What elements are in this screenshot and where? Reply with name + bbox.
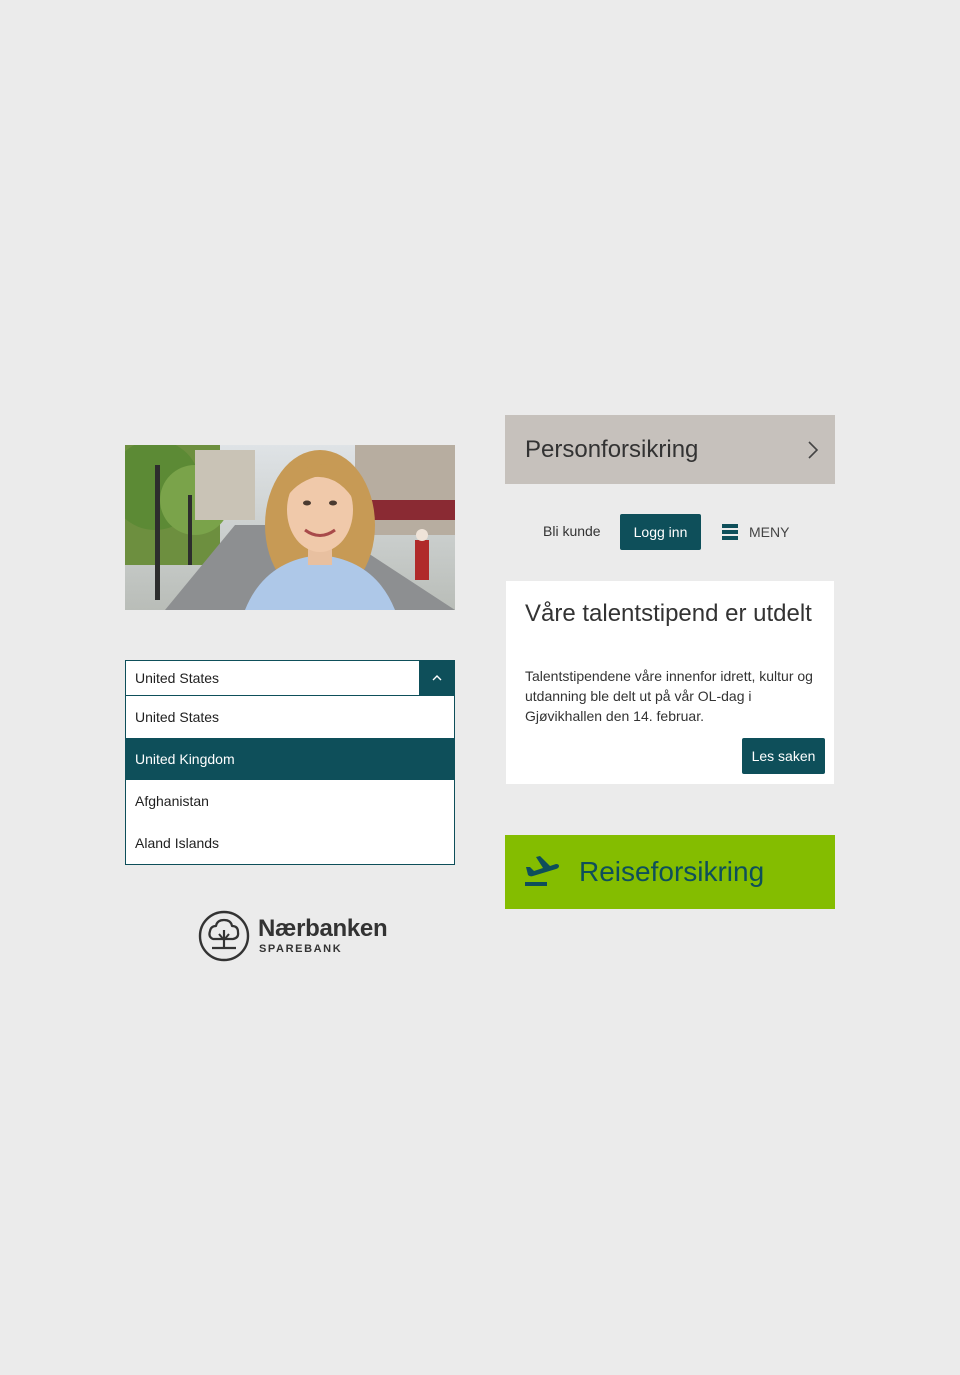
- airplane-departure-icon: [525, 856, 559, 886]
- tree-icon: [198, 910, 250, 962]
- logo-text: Nærbanken SPAREBANK: [258, 915, 388, 956]
- reiseforsikring-link[interactable]: Reiseforsikring: [505, 835, 835, 909]
- page: United States United States United Kingd…: [0, 0, 960, 1375]
- hamburger-icon: [722, 524, 738, 540]
- logg-inn-button[interactable]: Logg inn: [620, 514, 701, 550]
- personforsikring-link[interactable]: Personforsikring: [505, 415, 835, 484]
- country-option-afghanistan[interactable]: Afghanistan: [126, 780, 454, 822]
- logo-name: Nærbanken: [258, 915, 388, 942]
- country-options-list: United States United Kingdom Afghanistan…: [126, 696, 454, 864]
- country-select-toggle[interactable]: [419, 661, 454, 695]
- news-text: Talentstipendene våre innenfor idrett, k…: [525, 668, 813, 724]
- naerbanken-logo[interactable]: Nærbanken SPAREBANK: [198, 910, 388, 962]
- country-select[interactable]: United States United States United Kingd…: [125, 660, 455, 865]
- chevron-right-icon: [808, 441, 819, 459]
- chevron-up-icon: [432, 675, 441, 681]
- les-saken-button[interactable]: Les saken: [742, 738, 825, 774]
- country-option-united-states[interactable]: United States: [126, 696, 454, 738]
- reiseforsikring-label: Reiseforsikring: [579, 856, 765, 887]
- portrait-photo: [125, 445, 455, 610]
- personforsikring-label: Personforsikring: [525, 436, 699, 463]
- bli-kunde-link[interactable]: Bli kunde: [543, 514, 601, 548]
- country-select-value: United States: [135, 670, 220, 686]
- menu-button[interactable]: MENY: [722, 514, 789, 550]
- logo-subtitle: SPAREBANK: [259, 943, 343, 955]
- country-option-united-kingdom[interactable]: United Kingdom: [126, 738, 454, 780]
- country-select-head[interactable]: United States: [126, 661, 454, 696]
- menu-label: MENY: [749, 524, 790, 540]
- country-option-aland-islands[interactable]: Aland Islands: [126, 822, 454, 864]
- news-title: Våre talentstipend er utdelt: [525, 600, 812, 627]
- news-card: Våre talentstipend er utdelt Talentstipe…: [506, 581, 834, 784]
